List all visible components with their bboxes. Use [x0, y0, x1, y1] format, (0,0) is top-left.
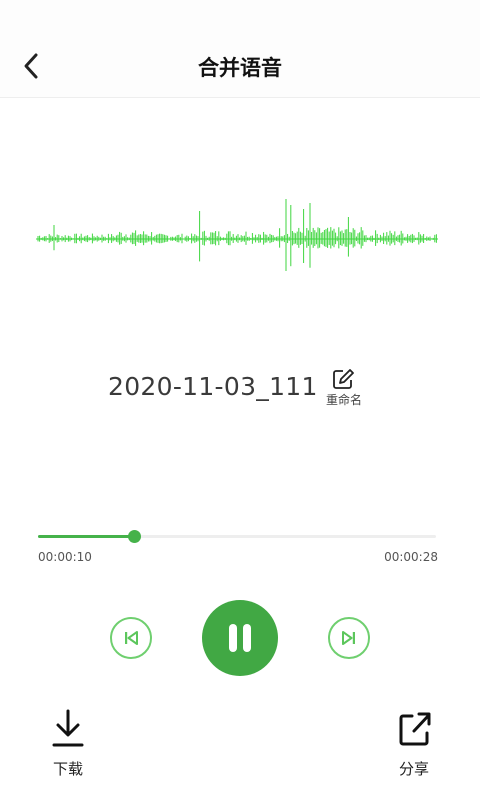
edit-icon [333, 369, 354, 389]
share-button[interactable]: 分享 [382, 708, 446, 784]
progress-thumb[interactable] [127, 530, 141, 543]
rename-label: 重命名 [325, 393, 362, 407]
previous-button[interactable] [110, 617, 152, 659]
progress-fill [38, 535, 134, 538]
total-time: 00:00:28 [384, 550, 438, 564]
share-icon [399, 712, 431, 746]
playback-progress-slider[interactable] [38, 528, 436, 546]
file-info: 2020-11-03_111 重命名 [0, 368, 480, 418]
page-title: 合并语音 [198, 56, 282, 80]
current-time: 00:00:10 [38, 550, 92, 564]
recording-filename: 2020-11-03_111 [108, 372, 318, 401]
download-icon [52, 709, 84, 747]
rename-button[interactable]: 重命名 [322, 368, 366, 412]
next-button[interactable] [328, 617, 370, 659]
top-bar: 合并语音 [0, 0, 480, 98]
pause-button[interactable] [202, 600, 278, 676]
audio-waveform [36, 195, 438, 285]
download-button[interactable]: 下载 [36, 708, 100, 784]
download-label: 下载 [52, 760, 83, 778]
share-label: 分享 [398, 760, 429, 778]
skip-previous-icon [125, 631, 138, 645]
skip-next-icon [342, 631, 355, 645]
